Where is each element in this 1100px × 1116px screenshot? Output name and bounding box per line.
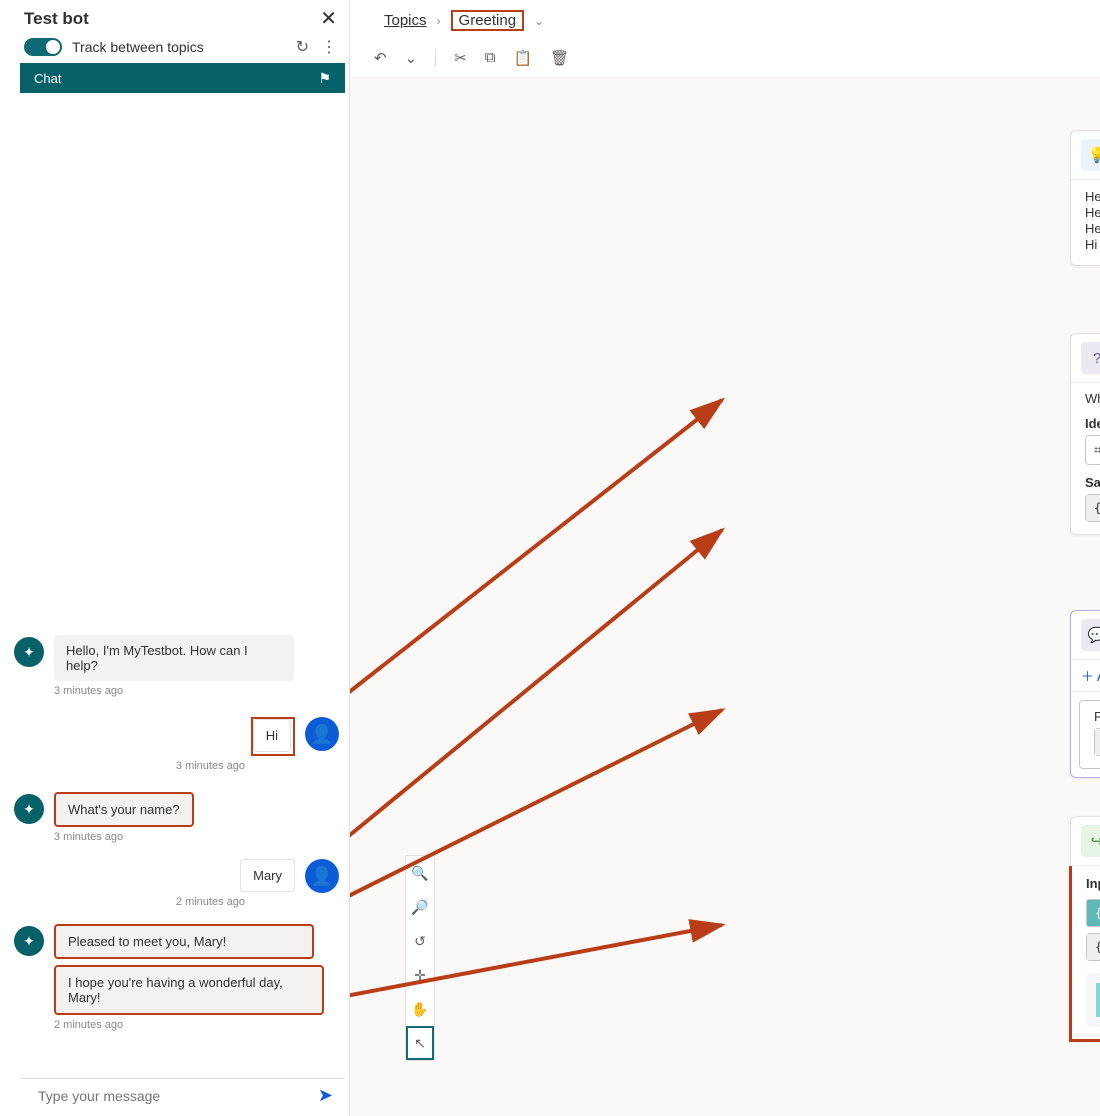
more-icon[interactable]: ⋮	[321, 37, 337, 57]
cursor-icon[interactable]: ↖	[406, 1026, 434, 1060]
copy-icon[interactable]: ⧉	[485, 49, 496, 67]
bot-message: I hope you're having a wonderful day, Ma…	[54, 965, 324, 1015]
paste-icon[interactable]: 📋	[513, 49, 532, 67]
question-icon: ?	[1081, 342, 1100, 374]
delete-icon[interactable]: 🗑	[550, 49, 569, 67]
canvas-tool-palette: 🔍 🔎 ↺ ✛ ✋ ↖	[405, 855, 435, 1061]
redirect-icon: ↪	[1081, 825, 1100, 857]
redo-chevron-icon[interactable]: ⌄	[405, 49, 418, 67]
chat-input[interactable]	[36, 1087, 318, 1105]
trigger-phrase: Hello	[1085, 221, 1100, 236]
authoring-canvas[interactable]: Topics › Greeting ⌄ ↶ ⌄ ✂ ⧉ 📋 🗑 + + +	[350, 0, 1100, 1116]
undo-icon[interactable]: ↶	[374, 49, 387, 67]
topic-icon: 🗨	[1096, 983, 1100, 1017]
redirect-topic: 🗨 Talk to Customer View topic	[1086, 973, 1100, 1027]
test-bot-panel: Test bot ✕ Track between topics ↻ ⋮ Chat…	[0, 0, 350, 1116]
redirect-node[interactable]: ↪ Redirect ⋮ Inputs (1) ＋ Add input {x} …	[1070, 816, 1100, 1041]
variable-icon: {x}	[1087, 900, 1100, 926]
chat-tab[interactable]: Chat ⚑	[20, 63, 345, 93]
question-node[interactable]: ? Question Text ⌄ ⋮ What's your name? Id…	[1070, 333, 1100, 535]
variable-icon: {x}	[1087, 934, 1100, 960]
timestamp: 3 minutes ago	[176, 760, 295, 772]
timestamp: 2 minutes ago	[54, 1019, 324, 1031]
trigger-phrase: Hi	[1085, 237, 1100, 252]
variable-icon: {x}	[1095, 729, 1100, 755]
message-icon: 💬	[1081, 619, 1100, 651]
source-variable-chip[interactable]: {x} UserName string ›	[1086, 933, 1100, 961]
zoom-out-icon[interactable]: 🔎	[406, 890, 434, 924]
pan-icon[interactable]: ✋	[406, 992, 434, 1026]
breadcrumb-root[interactable]: Topics	[384, 12, 427, 29]
input-variable-chip[interactable]: {x} userName string	[1086, 899, 1100, 927]
lightbulb-icon: 💡	[1081, 139, 1100, 171]
close-icon[interactable]: ✕	[320, 6, 337, 31]
flag-icon[interactable]: ⚑	[318, 70, 331, 87]
chevron-right-icon: ›	[437, 14, 441, 28]
history-icon[interactable]: ↺	[406, 924, 434, 958]
variable-chip[interactable]: {x} UserName string	[1094, 728, 1100, 756]
cut-icon[interactable]: ✂	[454, 49, 467, 67]
chevron-down-icon[interactable]: ⌄	[534, 14, 544, 28]
bot-avatar: ✦	[14, 794, 44, 824]
chat-body: ✦ Hello, I'm MyTestbot. How can I help? …	[0, 93, 349, 1078]
send-icon[interactable]: ➤	[318, 1085, 333, 1106]
message-node[interactable]: 💬 Message Text ⌄ ⋮ ＋ Add ⌄ B I ≣ ≡ {x} P…	[1070, 610, 1100, 778]
add-menu[interactable]: ＋ Add ⌄	[1081, 666, 1100, 685]
canvas-toolbar: ↶ ⌄ ✂ ⧉ 📋 🗑	[350, 41, 1100, 78]
locate-icon[interactable]: ✛	[406, 958, 434, 992]
entity-icon: ⌗	[1094, 442, 1100, 458]
timestamp: 2 minutes ago	[176, 896, 295, 908]
user-message: Hi	[253, 719, 291, 752]
inputs-label: Inputs (1)	[1086, 876, 1100, 891]
bot-avatar: ✦	[14, 926, 44, 956]
bot-avatar: ✦	[14, 637, 44, 667]
chat-input-row: ➤	[20, 1078, 345, 1112]
trigger-phrase: Hey there	[1085, 189, 1100, 204]
message-toolbar: ＋ Add ⌄ B I ≣ ≡ {x}	[1071, 660, 1100, 692]
identify-label: Identify	[1085, 416, 1100, 431]
test-bot-title: Test bot	[24, 9, 89, 29]
save-label: Save response as	[1085, 475, 1100, 490]
timestamp: 3 minutes ago	[54, 831, 194, 843]
bot-message: What's your name?	[54, 792, 194, 827]
track-toggle[interactable]	[24, 38, 62, 56]
trigger-phrase: Hey	[1085, 205, 1100, 220]
trigger-node[interactable]: 💡 Trigger Phrases (4) ⋮ Hey there Hey He…	[1070, 130, 1100, 266]
identify-select[interactable]: ⌗ Person name ›	[1085, 435, 1100, 465]
breadcrumb-current[interactable]: Greeting	[451, 10, 525, 31]
timestamp: 3 minutes ago	[54, 685, 294, 697]
bot-message: Pleased to meet you, Mary!	[54, 924, 314, 959]
message-text[interactable]: Pleased to meet you,	[1094, 709, 1100, 724]
user-avatar: 👤	[305, 859, 339, 893]
question-prompt[interactable]: What's your name?	[1085, 391, 1100, 406]
user-message: Mary	[240, 859, 295, 892]
variable-chip[interactable]: {x} UserName string ›	[1085, 494, 1100, 522]
zoom-in-icon[interactable]: 🔍	[406, 856, 434, 890]
variable-icon: {x}	[1086, 495, 1100, 521]
user-avatar: 👤	[305, 717, 339, 751]
reset-icon[interactable]: ↻	[296, 37, 309, 57]
breadcrumb: Topics › Greeting ⌄	[350, 0, 1100, 41]
track-label: Track between topics	[72, 39, 286, 55]
chat-tab-label: Chat	[34, 71, 61, 86]
bot-message: Hello, I'm MyTestbot. How can I help?	[54, 635, 294, 681]
